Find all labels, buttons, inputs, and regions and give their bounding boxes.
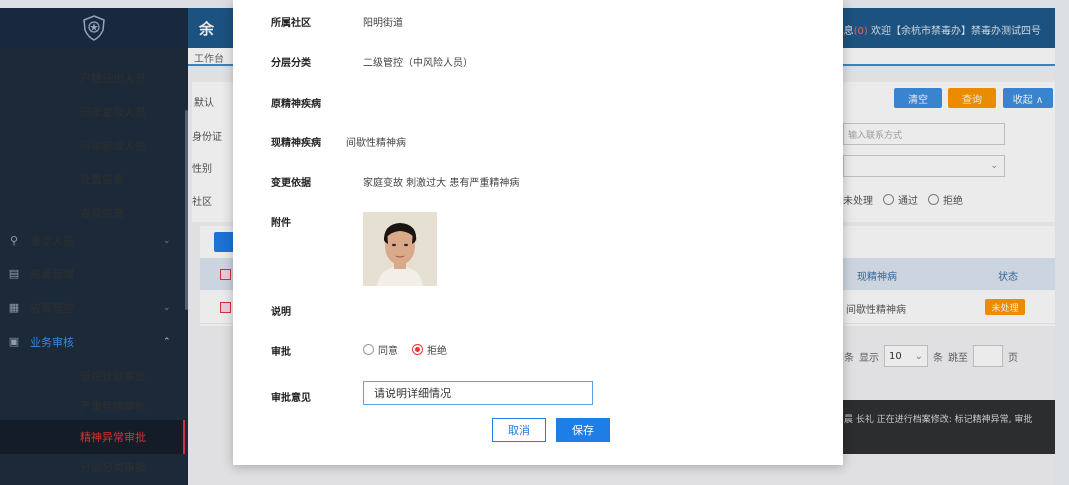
agree-option-label[interactable]: 同意 <box>378 342 398 357</box>
sidebar-item-serious-illness[interactable]: 严重疾病审批 <box>0 389 185 423</box>
action-button[interactable] <box>214 232 234 252</box>
document-icon: ▤ <box>8 267 20 280</box>
items-label-2: 条 <box>933 352 943 364</box>
status-badge: 未处理 <box>985 299 1025 315</box>
sidebar-item-key-persons[interactable]: ⚲ 重点人员 ⌄ <box>0 224 185 258</box>
radio-approved[interactable] <box>883 194 894 205</box>
sidebar-item-label: 重点人员 <box>30 235 74 248</box>
note-label: 说明 <box>271 307 291 318</box>
community-field-label: 所属社区 <box>271 18 311 29</box>
sidebar-item-label: 户籍迁出人员 <box>80 72 146 85</box>
attachment-label: 附件 <box>271 218 291 229</box>
reject-option-label[interactable]: 拒绝 <box>427 342 447 357</box>
sidebar-item-new-added[interactable]: 历年新增人员 <box>0 129 185 163</box>
default-label: 默认 <box>194 98 214 109</box>
breadcrumb-tab[interactable]: 工作台 <box>194 50 224 65</box>
sidebar-item-label: 历年新增人员 <box>80 140 146 153</box>
audit-icon: ▣ <box>8 335 20 348</box>
gender-select[interactable]: ⌄ <box>843 155 1005 177</box>
user-info: 息(0) 欢迎【余杭市禁毒办】禁毒办测试四号 <box>844 22 1041 37</box>
sidebar-item-label: 历年复吸人员 <box>80 106 146 119</box>
select-all-checkbox[interactable] <box>220 269 231 280</box>
opinion-label: 审批意见 <box>271 393 311 404</box>
sidebar-item-relapse[interactable]: 历年复吸人员 <box>0 95 185 129</box>
chevron-up-icon: ⌃ <box>163 337 171 347</box>
sidebar-item-label: 查获信息 <box>80 207 124 220</box>
contact-input[interactable]: 输入联系方式 <box>843 123 1005 145</box>
page-size-select[interactable]: 10 ⌄ <box>884 345 928 367</box>
radio-rejected[interactable] <box>928 194 939 205</box>
gender-label: 性别 <box>192 164 212 175</box>
police-badge-icon <box>83 15 105 41</box>
sidebar-item-label: 分层分类审批 <box>80 461 146 474</box>
column-header-disease: 现精神病 <box>857 272 897 283</box>
save-button[interactable]: 保存 <box>556 418 610 442</box>
goto-label: 跳至 <box>948 352 968 364</box>
tier-field-value: 二级管控（中风险人员） <box>363 58 473 69</box>
approval-dialog: 所属社区 阳明街道 分层分类 二级管控（中风险人员） 原精神疾病 现精神疾病 间… <box>233 0 843 465</box>
sidebar-item-moved-out[interactable]: 户籍迁出人员 <box>0 61 185 95</box>
clear-button[interactable]: 清空 <box>894 88 942 108</box>
tier-field-label: 分层分类 <box>271 58 311 69</box>
person-icon: ⚲ <box>9 234 19 247</box>
basis-field-value: 家庭变故 刺激过大 患有严重精神病 <box>363 178 520 189</box>
current-disease-label: 现精神疾病 <box>271 138 321 149</box>
community-label: 社区 <box>192 197 212 208</box>
column-header-status: 状态 <box>998 272 1018 283</box>
original-disease-label: 原精神疾病 <box>271 99 321 110</box>
sidebar-item-mental-abnormal[interactable]: 精神异常审批 <box>0 420 185 454</box>
basis-field-label: 变更依据 <box>271 178 311 189</box>
status-option-approved[interactable]: 通过 <box>898 192 918 207</box>
sidebar-item-label: 戒毒管控 <box>30 302 74 315</box>
list-icon: ▦ <box>8 301 20 314</box>
sidebar-item-disposal[interactable]: 处置信息 <box>0 162 185 196</box>
chevron-down-icon: ⌄ <box>163 236 171 246</box>
approve-radio-group: 同意 拒绝 <box>363 342 447 357</box>
sidebar-item-label: 处置信息 <box>80 173 124 186</box>
sidebar-item-label: 业务审核 <box>30 336 74 349</box>
message-count: (0) <box>853 26 868 37</box>
sidebar-item-rehab-management[interactable]: ▤ 戒毒管理 <box>0 257 185 291</box>
chevron-down-icon: ⌄ <box>914 350 923 362</box>
sidebar-item-label: 戒毒管理 <box>30 268 74 281</box>
attachment-photo[interactable] <box>363 212 437 286</box>
id-card-label: 身份证 <box>192 132 222 143</box>
approve-label: 审批 <box>271 347 291 358</box>
items-label: 条 <box>844 352 854 364</box>
current-disease-value: 间歇性精神病 <box>346 138 406 149</box>
page-size-value: 10 <box>889 350 902 362</box>
query-button[interactable]: 查询 <box>948 88 996 108</box>
status-option-pending[interactable]: 未处理 <box>843 192 873 207</box>
status-option-rejected[interactable]: 拒绝 <box>943 192 963 207</box>
sidebar-item-label: 精神异常审批 <box>80 431 146 444</box>
chevron-down-icon: ⌄ <box>163 303 171 313</box>
row-checkbox[interactable] <box>220 302 231 313</box>
cancel-button[interactable]: 取消 <box>492 418 546 442</box>
show-label: 显示 <box>859 352 879 364</box>
notification-toast: 晨 长礼 正在进行档案修改: 标记精神异常, 审批 <box>838 400 1055 454</box>
chevron-down-icon: ⌄ <box>990 161 998 171</box>
page-label: 页 <box>1008 352 1018 364</box>
brand-title: 余 <box>199 20 215 38</box>
welcome-text: 欢迎【余杭市禁毒办】禁毒办测试四号 <box>871 26 1041 37</box>
sidebar-item-tier-classification[interactable]: 分层分类审批 <box>0 450 185 484</box>
portrait-image <box>363 212 437 286</box>
opinion-input[interactable]: 请说明详细情况 <box>363 381 593 405</box>
logo <box>0 8 188 48</box>
sidebar-item-control-plan[interactable]: 管控计划审批 <box>0 359 185 393</box>
collapse-button[interactable]: 收起 ∧ <box>1003 88 1053 108</box>
community-field-value: 阳明街道 <box>363 18 403 29</box>
pagination: 条 显示 10 ⌄ 条 跳至 页 <box>844 345 1018 367</box>
reject-radio[interactable] <box>412 344 423 355</box>
sidebar-item-label: 管控计划审批 <box>80 370 146 383</box>
agree-radio[interactable] <box>363 344 374 355</box>
status-filter: 未处理 通过 拒绝 <box>843 192 963 207</box>
row-disease: 间歇性精神病 <box>846 305 906 316</box>
sidebar-item-label: 严重疾病审批 <box>80 400 146 413</box>
sidebar-item-rehab-control[interactable]: ▦ 戒毒管控 ⌄ <box>0 291 185 325</box>
messages-label[interactable]: 息 <box>844 26 854 37</box>
sidebar-item-business-audit[interactable]: ▣ 业务审核 ⌃ <box>0 325 185 359</box>
goto-page-input[interactable] <box>973 345 1003 367</box>
